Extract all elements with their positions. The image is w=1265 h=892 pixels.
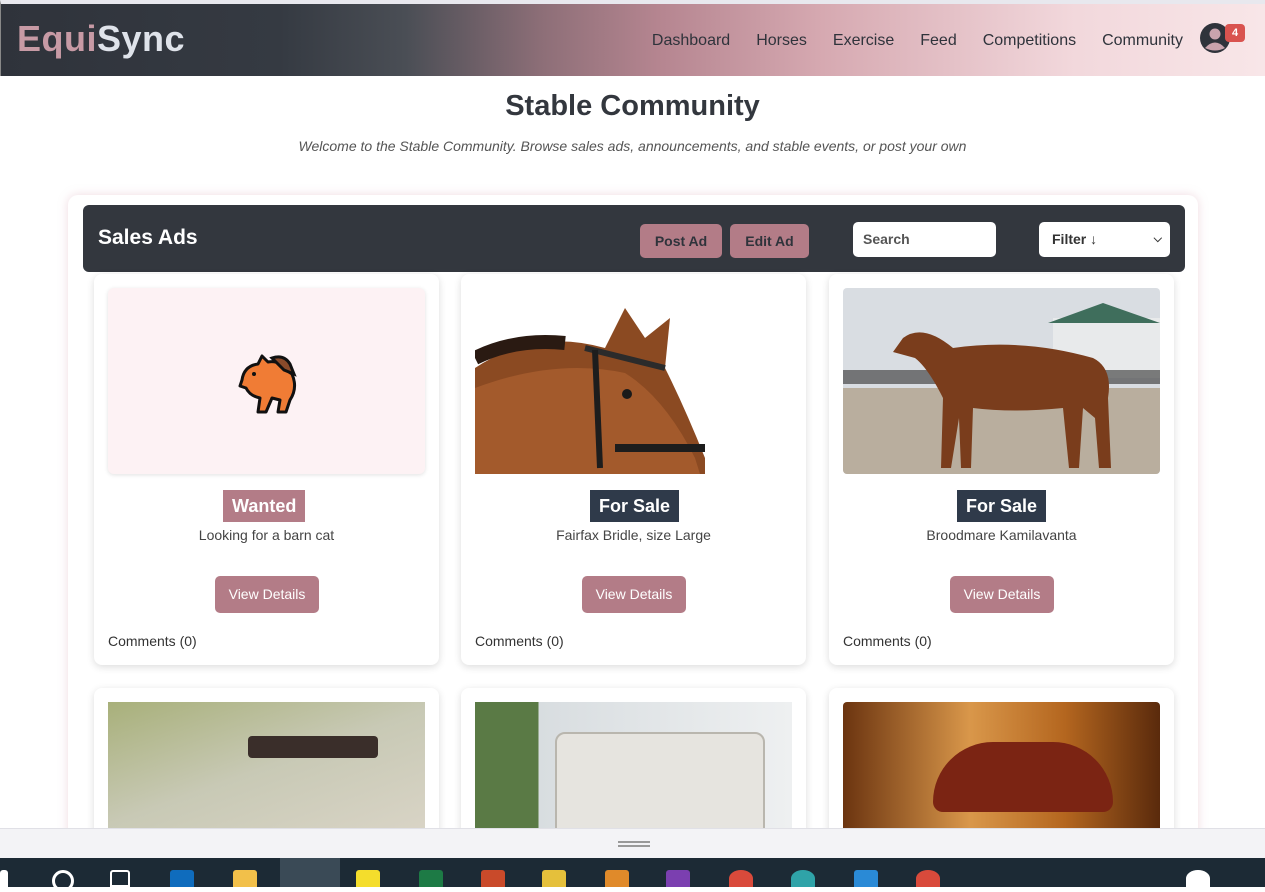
chrome-icon[interactable] — [729, 870, 753, 887]
filter-select[interactable]: Filter ↓ ⌵ — [1039, 222, 1170, 257]
ad-image — [108, 702, 425, 832]
ad-card — [94, 688, 439, 838]
comments-link[interactable]: Comments (0) — [108, 633, 197, 649]
app-active-icon[interactable] — [280, 858, 340, 887]
top-navbar: EquiSync Dashboard Horses Exercise Feed … — [0, 0, 1265, 76]
app-icon[interactable] — [605, 870, 629, 887]
nav-horses[interactable]: Horses — [756, 32, 807, 50]
ad-card — [829, 688, 1174, 838]
notification-badge: 4 — [1225, 24, 1245, 42]
ad-card: For Sale Broodmare Kamilavanta View Deta… — [829, 274, 1174, 665]
ad-image — [843, 288, 1160, 474]
ad-card — [461, 688, 806, 838]
sales-ads-toolbar: Sales Ads Post Ad Edit Ad Search Filter … — [83, 205, 1185, 272]
saddle-graphic — [933, 742, 1113, 812]
ad-description: Looking for a barn cat — [198, 527, 335, 543]
ad-image — [475, 702, 792, 832]
task-view-icon[interactable] — [110, 870, 130, 887]
chrome-canary-icon[interactable] — [916, 870, 940, 887]
vscode-icon[interactable] — [854, 870, 878, 887]
ad-description: Broodmare Kamilavanta — [926, 527, 1077, 543]
nav-exercise[interactable]: Exercise — [833, 32, 894, 50]
nav-dashboard[interactable]: Dashboard — [652, 32, 730, 50]
app-ey-icon[interactable] — [356, 870, 380, 887]
file-explorer-icon[interactable] — [233, 870, 257, 887]
view-details-button[interactable]: View Details — [582, 576, 686, 613]
section-title: Sales Ads — [98, 226, 198, 249]
outlook-icon[interactable] — [170, 870, 194, 887]
start-icon[interactable] — [0, 870, 8, 887]
comments-link[interactable]: Comments (0) — [843, 633, 932, 649]
view-details-button[interactable]: View Details — [950, 576, 1054, 613]
nav-competitions[interactable]: Competitions — [983, 32, 1076, 50]
post-ad-button[interactable]: Post Ad — [640, 224, 722, 258]
ad-card: For Sale Fairfax Bridle, size Large View… — [461, 274, 806, 665]
os-taskbar — [0, 858, 1265, 892]
search-icon[interactable] — [52, 870, 74, 892]
page-title: Stable Community — [505, 90, 760, 122]
edit-ad-button[interactable]: Edit Ad — [730, 224, 809, 258]
nav-feed[interactable]: Feed — [920, 32, 956, 50]
ad-card: Wanted Looking for a barn cat View Detai… — [94, 274, 439, 665]
ad-description: Fairfax Bridle, size Large — [556, 527, 711, 543]
horse-emoji-icon — [238, 354, 297, 414]
chevron-down-icon: ⌵ — [1153, 233, 1162, 245]
app-logo[interactable]: EquiSync — [17, 18, 185, 60]
edge-icon[interactable] — [791, 870, 815, 887]
grip-icon[interactable] — [618, 841, 650, 847]
resize-handle-bar[interactable] — [0, 828, 1265, 858]
view-details-button[interactable]: View Details — [215, 576, 319, 613]
page-subtitle: Welcome to the Stable Community. Browse … — [298, 138, 967, 154]
search-input[interactable]: Search — [853, 222, 996, 257]
comments-link[interactable]: Comments (0) — [475, 633, 564, 649]
ad-type-tag: Wanted — [223, 490, 306, 522]
belt-graphic — [248, 736, 378, 758]
bay-mare-photo — [843, 288, 1160, 474]
ad-image — [475, 288, 792, 474]
ad-image-placeholder — [108, 288, 425, 474]
trailer-graphic — [555, 732, 765, 832]
ad-image — [843, 702, 1160, 832]
ad-type-tag: For Sale — [957, 490, 1047, 522]
excel-icon[interactable] — [419, 870, 443, 887]
help-icon[interactable] — [542, 870, 566, 887]
help-circle-icon[interactable] — [1186, 870, 1210, 887]
onenote-icon[interactable] — [666, 870, 690, 887]
nav-community[interactable]: Community — [1102, 32, 1183, 50]
horse-bridle-photo — [475, 308, 705, 474]
main-nav: Dashboard Horses Exercise Feed Competiti… — [652, 32, 1183, 50]
powerpoint-icon[interactable] — [481, 870, 505, 887]
ad-type-tag: For Sale — [590, 490, 680, 522]
